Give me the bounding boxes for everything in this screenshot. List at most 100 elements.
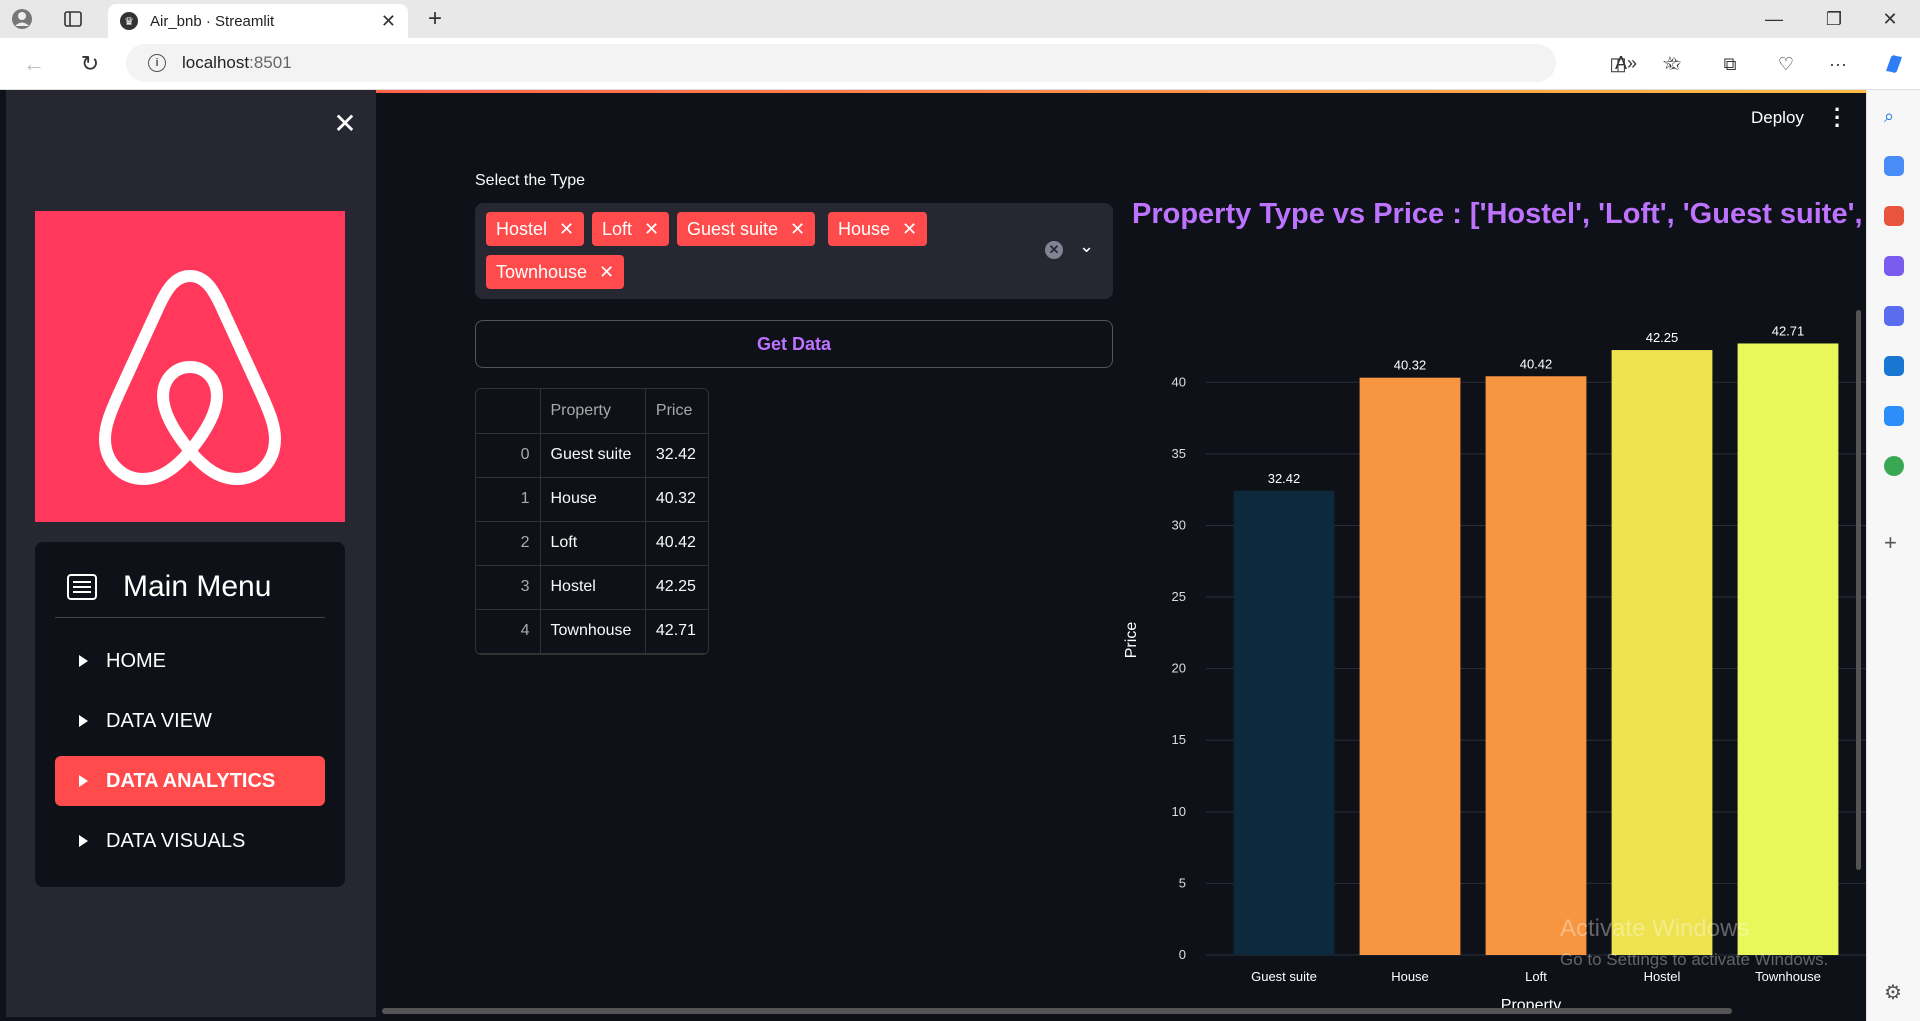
send-icon[interactable] <box>1884 406 1904 426</box>
bar <box>1737 343 1839 955</box>
deploy-button[interactable]: Deploy <box>1751 108 1804 128</box>
profile-icon[interactable] <box>10 7 34 31</box>
y-axis-label: Price <box>1123 622 1140 659</box>
menu-item-data-analytics[interactable]: DATA ANALYTICS <box>55 756 325 806</box>
close-tab-icon[interactable]: ✕ <box>381 11 396 32</box>
clear-all-icon[interactable]: ✕ <box>1045 241 1063 259</box>
table-cell-price: 32.42 <box>645 433 708 478</box>
chip-guest-suite[interactable]: Guest suite ✕ <box>677 212 816 246</box>
sidebar: ✕ Main Menu HOME DATA VIEW DATA ANALYTIC… <box>6 90 376 1017</box>
remove-chip-icon[interactable]: ✕ <box>790 219 805 240</box>
copilot-icon[interactable] <box>1880 50 1908 78</box>
horizontal-scrollbar[interactable] <box>382 1008 1732 1014</box>
x-tick-label: Townhouse <box>1755 969 1821 984</box>
tools-icon[interactable] <box>1884 206 1904 226</box>
table-cell-property: Hostel <box>540 565 646 610</box>
vertical-scrollbar[interactable] <box>1856 310 1861 870</box>
price-dataframe[interactable]: Property Price 0 Guest suite 32.42 1 House 40… <box>475 388 709 655</box>
shopping-tag-icon[interactable] <box>1884 156 1904 176</box>
menu-item-data-view[interactable]: DATA VIEW <box>55 696 325 746</box>
table-cell-property: House <box>540 477 646 522</box>
add-icon[interactable]: + <box>1884 530 1904 555</box>
settings-more-icon[interactable]: ··· <box>1826 52 1850 76</box>
y-tick-label: 35 <box>1172 446 1186 461</box>
get-data-button[interactable]: Get Data <box>475 320 1113 368</box>
table-header-index <box>476 389 541 434</box>
y-tick-label: 10 <box>1172 804 1186 819</box>
minimize-icon[interactable]: — <box>1762 8 1786 30</box>
close-sidebar-icon[interactable]: ✕ <box>330 108 360 139</box>
table-cell-property: Guest suite <box>540 433 646 478</box>
table-header-row: Property Price <box>476 389 708 434</box>
browser-tab[interactable]: ♛ Air_bnb · Streamlit ✕ <box>108 4 408 38</box>
browser-essentials-icon[interactable]: ♡ <box>1774 52 1798 76</box>
menu-item-label: HOME <box>106 649 166 672</box>
menu-item-label: DATA VISUALS <box>106 829 246 852</box>
remove-chip-icon[interactable]: ✕ <box>559 219 574 240</box>
menu-item-home[interactable]: HOME <box>55 636 325 686</box>
table-cell-index: 1 <box>476 477 541 522</box>
y-tick-label: 20 <box>1172 661 1186 676</box>
chip-label: Loft <box>602 218 633 239</box>
remove-chip-icon[interactable]: ✕ <box>644 219 659 240</box>
x-tick-label: Loft <box>1525 969 1547 984</box>
back-icon[interactable]: ← <box>20 50 48 78</box>
microsoft-365-icon[interactable] <box>1884 306 1904 326</box>
play-icon <box>79 835 88 847</box>
x-tick-label: House <box>1391 969 1429 984</box>
menu-item-data-visuals[interactable]: DATA VISUALS <box>55 816 325 866</box>
table-row[interactable]: 2 Loft 40.42 <box>476 521 708 566</box>
window-close-icon[interactable]: ✕ <box>1878 8 1902 30</box>
chip-townhouse[interactable]: Townhouse ✕ <box>486 255 625 289</box>
main-menu-header: Main Menu <box>55 556 325 618</box>
table-row[interactable]: 4 Townhouse 42.71 <box>476 609 708 654</box>
table-cell-price: 42.25 <box>645 565 708 610</box>
chip-hostel[interactable]: Hostel ✕ <box>486 212 585 246</box>
outlook-icon[interactable] <box>1884 356 1904 376</box>
remove-chip-icon[interactable]: ✕ <box>902 219 917 240</box>
tab-title: Air_bnb · Streamlit <box>150 12 275 30</box>
y-tick-label: 25 <box>1172 589 1186 604</box>
chart-title: Property Type vs Price : ['Hostel', 'Lof… <box>1132 198 1863 230</box>
reload-icon[interactable]: ↻ <box>76 50 104 78</box>
property-price-bar-chart: 0 5 10 15 20 25 30 35 40 32.42 Guest suite 40.32 Hou… <box>1123 323 1866 1014</box>
restore-icon[interactable]: ❐ <box>1822 8 1846 30</box>
remove-chip-icon[interactable]: ✕ <box>599 262 614 283</box>
games-icon[interactable] <box>1884 256 1904 276</box>
bar <box>1233 490 1335 955</box>
type-multiselect[interactable]: Hostel ✕ Loft ✕ Guest suite ✕ House ✕ Townho… <box>475 203 1113 299</box>
collections-icon[interactable]: ⧉ <box>1718 52 1742 76</box>
split-screen-icon[interactable]: ◫ <box>1606 52 1630 76</box>
activation-watermark-title: Activate Windows <box>1560 915 1750 942</box>
table-row[interactable]: 0 Guest suite 32.42 <box>476 433 708 478</box>
more-options-icon[interactable]: · · · <box>1834 99 1844 137</box>
site-info-icon[interactable]: i <box>148 54 166 72</box>
tree-icon[interactable] <box>1884 456 1904 476</box>
chip-loft[interactable]: Loft ✕ <box>592 212 670 246</box>
y-tick-label: 30 <box>1172 517 1186 532</box>
table-cell-index: 2 <box>476 521 541 566</box>
address-bar[interactable]: i localhost:8501 A» ☆ <box>126 44 1678 82</box>
table-header-property[interactable]: Property <box>540 389 646 434</box>
streamlit-app: ✕ Main Menu HOME DATA VIEW DATA ANALYTIC… <box>6 90 1866 1017</box>
bar-data-label: 42.71 <box>1772 323 1805 338</box>
gear-icon[interactable]: ⚙ <box>1884 980 1904 1004</box>
bar <box>1359 377 1461 955</box>
table-row[interactable]: 1 House 40.32 <box>476 477 708 522</box>
tab-actions-icon[interactable] <box>62 8 84 30</box>
new-tab-icon[interactable]: + <box>422 5 448 32</box>
chip-label: House <box>838 218 891 239</box>
main-menu: Main Menu HOME DATA VIEW DATA ANALYTICS … <box>35 542 345 887</box>
table-cell-property: Townhouse <box>540 609 646 654</box>
favorites-icon[interactable]: ✩ <box>1662 52 1686 76</box>
search-icon[interactable]: ⌕ <box>1884 106 1904 126</box>
y-tick-label: 5 <box>1179 875 1186 890</box>
chip-house[interactable]: House ✕ <box>828 212 928 246</box>
table-cell-index: 4 <box>476 609 541 654</box>
bar-data-label: 32.42 <box>1268 471 1301 486</box>
select-type-label: Select the Type <box>475 172 585 189</box>
chevron-down-icon[interactable]: ⌄ <box>1079 236 1094 257</box>
bar-data-label: 42.25 <box>1646 330 1679 345</box>
table-row[interactable]: 3 Hostel 42.25 <box>476 565 708 610</box>
table-header-price[interactable]: Price <box>645 389 708 434</box>
